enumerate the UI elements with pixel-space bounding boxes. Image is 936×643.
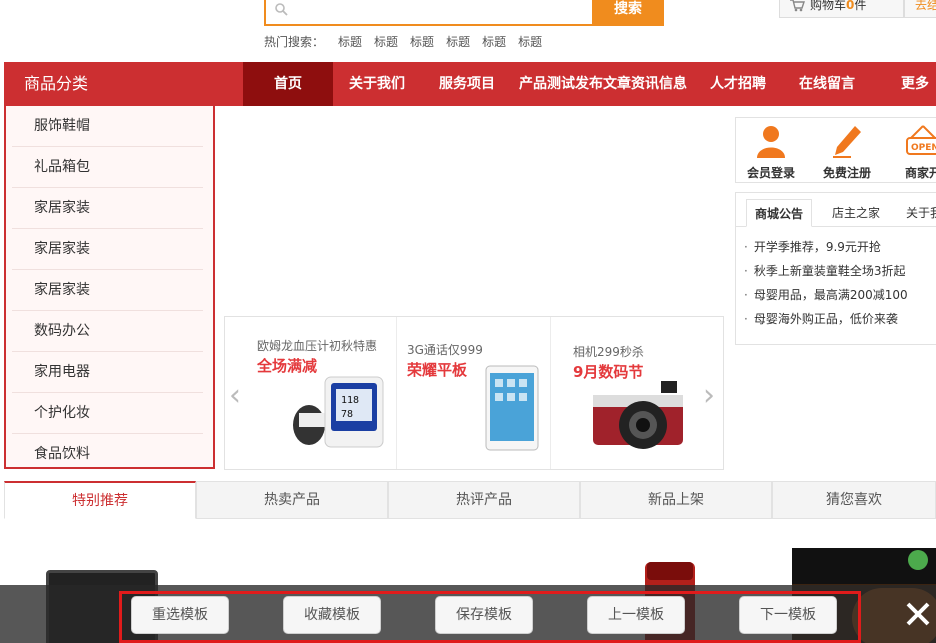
hot-search-link[interactable]: 标题	[338, 33, 362, 50]
sidebar-item-category[interactable]: 家用电器	[12, 352, 203, 393]
member-box: 会员登录 免费注册 OPEN 商家开	[735, 117, 936, 183]
svg-text:118: 118	[341, 395, 359, 406]
cart-unit: 件	[854, 0, 867, 12]
notice-item[interactable]: 母婴用品，最高满200减100	[744, 283, 908, 307]
nav-item-jobs[interactable]: 人才招聘	[700, 62, 776, 106]
svg-text:OPEN: OPEN	[911, 143, 936, 153]
checkout-link[interactable]: 去结	[904, 0, 936, 18]
tablet-image	[485, 365, 539, 451]
hot-search-link[interactable]: 标题	[482, 33, 506, 50]
hot-search-link[interactable]: 标题	[446, 33, 470, 50]
blood-pressure-monitor-image: 118 78	[293, 376, 384, 448]
member-login-link[interactable]: 会员登录	[738, 124, 804, 180]
pen-icon	[833, 126, 861, 158]
notice-tabs: 商城公告 店主之家 关于我	[736, 193, 936, 227]
product-tabs: 特别推荐 热卖产品 热评产品 新品上架 猜您喜欢	[4, 481, 936, 519]
promo-subtitle: 欧姆龙血压计初秋特惠	[257, 339, 378, 353]
merchant-link[interactable]: OPEN 商家开	[890, 124, 936, 180]
promo-subtitle: 相机299秒杀	[573, 345, 644, 359]
sidebar-item-category[interactable]: 家居家装	[12, 229, 203, 270]
tab-new-arrivals[interactable]: 新品上架	[580, 481, 772, 519]
cart-icon	[790, 0, 805, 12]
tab-special-recommend[interactable]: 特别推荐	[4, 481, 196, 519]
sidebar-item-category[interactable]: 数码办公	[12, 311, 203, 352]
nav-item-messages[interactable]: 在线留言	[786, 62, 868, 106]
sidebar-item-category[interactable]: 食品饮料	[12, 434, 203, 467]
promo-card[interactable]: 3G通话仅999 荣耀平板	[397, 317, 551, 469]
tab-about[interactable]: 关于我	[898, 199, 936, 227]
prev-template-button[interactable]: 上一模板	[587, 596, 685, 634]
favorite-template-button[interactable]: 收藏模板	[283, 596, 381, 634]
cart-button[interactable]: 购物车0件	[779, 0, 904, 18]
user-icon	[757, 126, 785, 158]
camera-image	[593, 381, 683, 449]
nav-item-about[interactable]: 关于我们	[336, 62, 418, 106]
notice-item[interactable]: 开学季推荐，9.9元开抢	[744, 235, 908, 259]
register-link[interactable]: 免费注册	[814, 124, 880, 180]
sidebar-item-category[interactable]: 个护化妆	[12, 393, 203, 434]
cart-label: 购物车	[810, 0, 847, 12]
hot-search-label: 热门搜索：	[264, 35, 325, 49]
reselect-template-button[interactable]: 重选模板	[131, 596, 229, 634]
sidebar-item-category[interactable]: 礼品箱包	[12, 147, 203, 188]
nav-item-more[interactable]: 更多	[894, 62, 936, 106]
search-button[interactable]: 搜索	[592, 0, 664, 26]
promo-carousel: ‹ 欧姆龙血压计初秋特惠 全场满减 118 78 3G通话仅999 荣耀平板 相…	[224, 316, 724, 470]
member-link-label: 免费注册	[822, 166, 871, 180]
hot-search-link[interactable]: 标题	[518, 33, 542, 50]
notice-list: 开学季推荐，9.9元开抢 秋季上新童装童鞋全场3折起 母婴用品，最高满200减1…	[744, 235, 908, 331]
promo-subtitle: 3G通话仅999	[407, 343, 483, 357]
category-sidebar: 服饰鞋帽 礼品箱包 家居家装 家居家装 家居家装 数码办公 家用电器 个护化妆 …	[4, 106, 215, 469]
promo-card[interactable]: 欧姆龙血压计初秋特惠 全场满减 118 78	[225, 317, 397, 469]
notice-item[interactable]: 秋季上新童装童鞋全场3折起	[744, 259, 908, 283]
hot-search-link[interactable]: 标题	[410, 33, 434, 50]
tab-hot-products[interactable]: 热卖产品	[196, 481, 388, 519]
promo-card[interactable]: 相机299秒杀 9月数码节	[551, 317, 723, 469]
hot-search-link[interactable]: 标题	[374, 33, 398, 50]
tab-you-may-like[interactable]: 猜您喜欢	[772, 481, 936, 519]
tab-shop-owner[interactable]: 店主之家	[824, 199, 888, 227]
tab-top-rated[interactable]: 热评产品	[388, 481, 580, 519]
open-sign-icon: OPEN	[906, 125, 936, 155]
nav-item-home[interactable]: 首页	[243, 62, 333, 106]
notice-item[interactable]: 母婴海外购正品，低价来袭	[744, 307, 908, 331]
notice-box: 商城公告 店主之家 关于我 开学季推荐，9.9元开抢 秋季上新童装童鞋全场3折起…	[735, 192, 936, 345]
member-link-label: 商家开	[904, 166, 936, 180]
promo-headline: 荣耀平板	[407, 361, 468, 379]
tab-mall-notice[interactable]: 商城公告	[746, 199, 813, 227]
nav-item-articles[interactable]: 产品测试发布文章资讯信息	[510, 62, 696, 106]
search-icon	[275, 3, 288, 16]
svg-text:78: 78	[341, 409, 353, 420]
close-icon[interactable]	[900, 596, 936, 632]
sidebar-item-category[interactable]: 家居家装	[12, 270, 203, 311]
sidebar-item-category[interactable]: 家居家装	[12, 188, 203, 229]
sidebar-item-category[interactable]: 服饰鞋帽	[12, 106, 203, 147]
nav-item-services[interactable]: 服务项目	[428, 62, 506, 106]
save-template-button[interactable]: 保存模板	[435, 596, 533, 634]
category-title[interactable]: 商品分类	[4, 62, 214, 106]
chevron-right-icon[interactable]: ›	[703, 381, 715, 411]
hot-search: 热门搜索： 标题 标题 标题 标题 标题 标题	[264, 33, 554, 50]
member-link-label: 会员登录	[746, 166, 795, 180]
next-template-button[interactable]: 下一模板	[739, 596, 837, 634]
